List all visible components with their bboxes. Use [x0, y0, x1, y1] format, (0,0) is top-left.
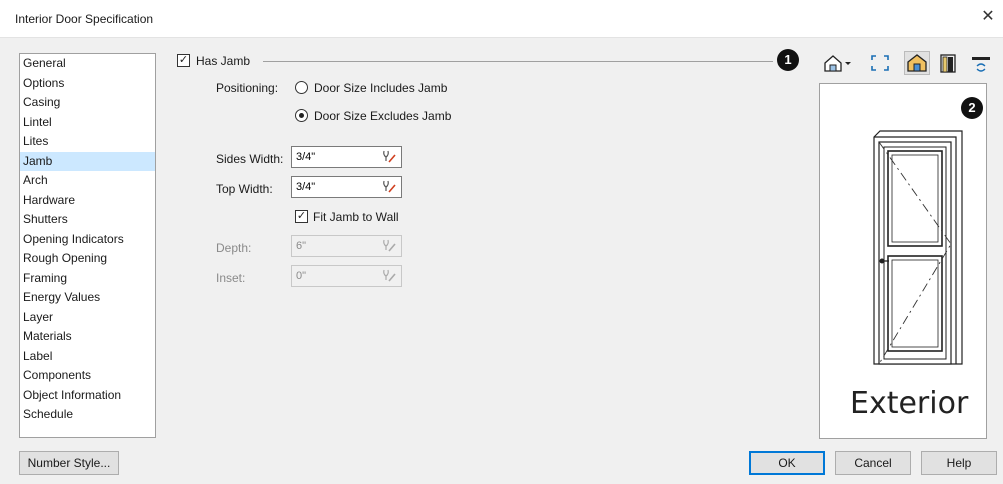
fit-jamb-label[interactable]: Fit Jamb to Wall — [313, 210, 399, 224]
category-list[interactable]: General Options Casing Lintel Lites Jamb Arch H… — [19, 53, 156, 438]
sidebar-item-casing[interactable]: Casing — [20, 93, 155, 113]
group-divider — [263, 61, 773, 62]
radio-includes-label[interactable]: Door Size Includes Jamb — [314, 81, 447, 95]
has-jamb-label[interactable]: Has Jamb — [196, 54, 250, 68]
sidebar-item-arch[interactable]: Arch — [20, 171, 155, 191]
sidebar-item-options[interactable]: Options — [20, 74, 155, 94]
close-icon[interactable]: ✕ — [979, 8, 997, 26]
sidebar-item-materials[interactable]: Materials — [20, 327, 155, 347]
callout-badge-1: 1 — [777, 49, 799, 71]
help-button[interactable]: Help — [921, 451, 997, 475]
swap-side-icon — [972, 57, 990, 72]
radio-excludes-jamb[interactable] — [295, 109, 308, 122]
radio-excludes-label[interactable]: Door Size Excludes Jamb — [314, 109, 451, 123]
top-width-label: Top Width: — [216, 182, 273, 196]
door-preview: 2 Exterior — [819, 83, 987, 439]
calculator-icon[interactable] — [380, 149, 398, 165]
sidebar-item-schedule[interactable]: Schedule — [20, 405, 155, 425]
sidebar-item-opening-indicators[interactable]: Opening Indicators — [20, 230, 155, 250]
sidebar-item-hardware[interactable]: Hardware — [20, 191, 155, 211]
sidebar-item-jamb[interactable]: Jamb — [20, 151, 155, 171]
fit-jamb-checkbox[interactable]: ✓ — [295, 210, 308, 223]
fill-window-icon — [871, 55, 889, 71]
sidebar-item-lites[interactable]: Lites — [20, 132, 155, 152]
swap-side-button[interactable] — [969, 51, 993, 75]
view-angle-dropdown-icon — [824, 55, 851, 72]
view-angle-dropdown-button[interactable] — [820, 51, 856, 75]
cancel-button[interactable]: Cancel — [835, 451, 911, 475]
sidebar-item-label[interactable]: Label — [20, 347, 155, 367]
fill-window-button[interactable] — [867, 51, 893, 75]
sidebar-item-lintel[interactable]: Lintel — [20, 113, 155, 133]
sides-width-label: Sides Width: — [216, 152, 284, 166]
depth-label: Depth: — [216, 241, 252, 255]
show-jamb-button[interactable] — [935, 51, 961, 75]
has-jamb-checkbox[interactable]: ✓ — [177, 54, 190, 67]
sidebar-item-object-information[interactable]: Object Information — [20, 386, 155, 406]
color-mode-icon — [907, 54, 927, 72]
title-bar: Interior Door Specification ✕ — [0, 0, 1003, 38]
sidebar-item-general[interactable]: General — [20, 54, 155, 74]
sidebar-item-energy-values[interactable]: Energy Values — [20, 288, 155, 308]
radio-includes-jamb[interactable] — [295, 81, 308, 94]
preview-caption: Exterior — [850, 386, 969, 421]
sidebar-item-framing[interactable]: Framing — [20, 269, 155, 289]
number-style-button[interactable]: Number Style... — [19, 451, 119, 475]
window-title: Interior Door Specification — [15, 12, 154, 26]
sidebar-item-components[interactable]: Components — [20, 366, 155, 386]
calculator-icon — [383, 269, 396, 282]
ok-button[interactable]: OK — [749, 451, 825, 475]
sidebar-item-rough-opening[interactable]: Rough Opening — [20, 249, 155, 269]
door-drawing — [873, 130, 963, 365]
calculator-icon — [383, 239, 396, 252]
inset-label: Inset: — [216, 271, 246, 285]
color-mode-button[interactable] — [904, 51, 930, 75]
sidebar-item-shutters[interactable]: Shutters — [20, 210, 155, 230]
positioning-label: Positioning: — [216, 81, 279, 95]
show-jamb-icon — [940, 54, 956, 73]
calculator-icon[interactable] — [380, 179, 398, 195]
sidebar-item-layer[interactable]: Layer — [20, 308, 155, 328]
